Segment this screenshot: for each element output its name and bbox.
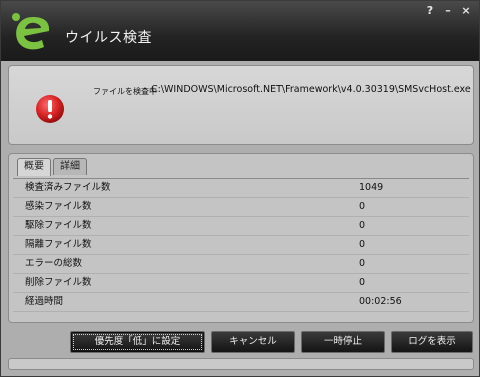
- stat-row-infected: 感染ファイル数 0: [13, 198, 469, 217]
- results-panel: 概要 詳細 検査済みファイル数 1049 感染ファイル数 0 駆除ファイル数 0…: [8, 153, 474, 323]
- current-file-path: C:\WINDOWS\Microsoft.NET\Framework\v4.0.…: [151, 84, 471, 95]
- pause-button[interactable]: 一時停止: [301, 331, 385, 353]
- title-bar[interactable]: ウイルス検査 ? – ×: [1, 1, 479, 61]
- stat-row-cleaned: 駆除ファイル数 0: [13, 217, 469, 236]
- stat-row-errors: エラーの総数 0: [13, 255, 469, 274]
- window-title: ウイルス検査: [65, 30, 152, 46]
- error-icon: [36, 95, 64, 123]
- stat-label: 経過時間: [25, 296, 64, 307]
- stat-value: 0: [359, 277, 366, 288]
- stat-row-deleted: 削除ファイル数 0: [13, 274, 469, 293]
- logo-icon: [12, 13, 50, 50]
- stat-row-quarantined: 隔離ファイル数 0: [13, 236, 469, 255]
- stat-value: 0: [359, 201, 366, 212]
- low-priority-button[interactable]: 優先度「低」に設定: [70, 331, 205, 353]
- stat-row-elapsed: 経過時間 00:02:56: [13, 293, 469, 312]
- scan-status-box: ファイルを検査中 C:\WINDOWS\Microsoft.NET\Framew…: [8, 65, 474, 145]
- stat-label: 感染ファイル数: [25, 201, 92, 212]
- action-buttons: 優先度「低」に設定 キャンセル 一時停止 ログを表示: [1, 331, 479, 353]
- stat-value: 00:02:56: [359, 296, 402, 307]
- status-bar: [8, 358, 474, 370]
- scan-label: ファイルを検査中: [93, 87, 157, 96]
- minimize-button[interactable]: –: [441, 5, 455, 17]
- cancel-button[interactable]: キャンセル: [211, 331, 295, 353]
- tab-details[interactable]: 詳細: [53, 158, 87, 175]
- stat-value: 1049: [359, 182, 384, 193]
- stat-row-scanned: 検査済みファイル数 1049: [13, 179, 469, 198]
- app-window: ウイルス検査 ? – × ファイルを検査中 C:\WINDOWS\Microso…: [0, 0, 480, 377]
- stat-label: 検査済みファイル数: [25, 182, 111, 193]
- show-log-button[interactable]: ログを表示: [391, 331, 473, 353]
- stat-label: 隔離ファイル数: [25, 239, 92, 250]
- stat-value: 0: [359, 239, 366, 250]
- stat-value: 0: [359, 220, 366, 231]
- help-button[interactable]: ?: [423, 5, 437, 17]
- stat-value: 0: [359, 258, 366, 269]
- stats-list: 検査済みファイル数 1049 感染ファイル数 0 駆除ファイル数 0 隔離ファイ…: [13, 178, 469, 312]
- stat-label: 駆除ファイル数: [25, 220, 92, 231]
- stat-label: エラーの総数: [25, 258, 83, 269]
- window-controls: ? – ×: [423, 5, 473, 17]
- close-button[interactable]: ×: [459, 5, 473, 17]
- stat-label: 削除ファイル数: [25, 277, 92, 288]
- tab-bar: 概要 詳細: [17, 158, 89, 176]
- tab-summary[interactable]: 概要: [17, 158, 51, 176]
